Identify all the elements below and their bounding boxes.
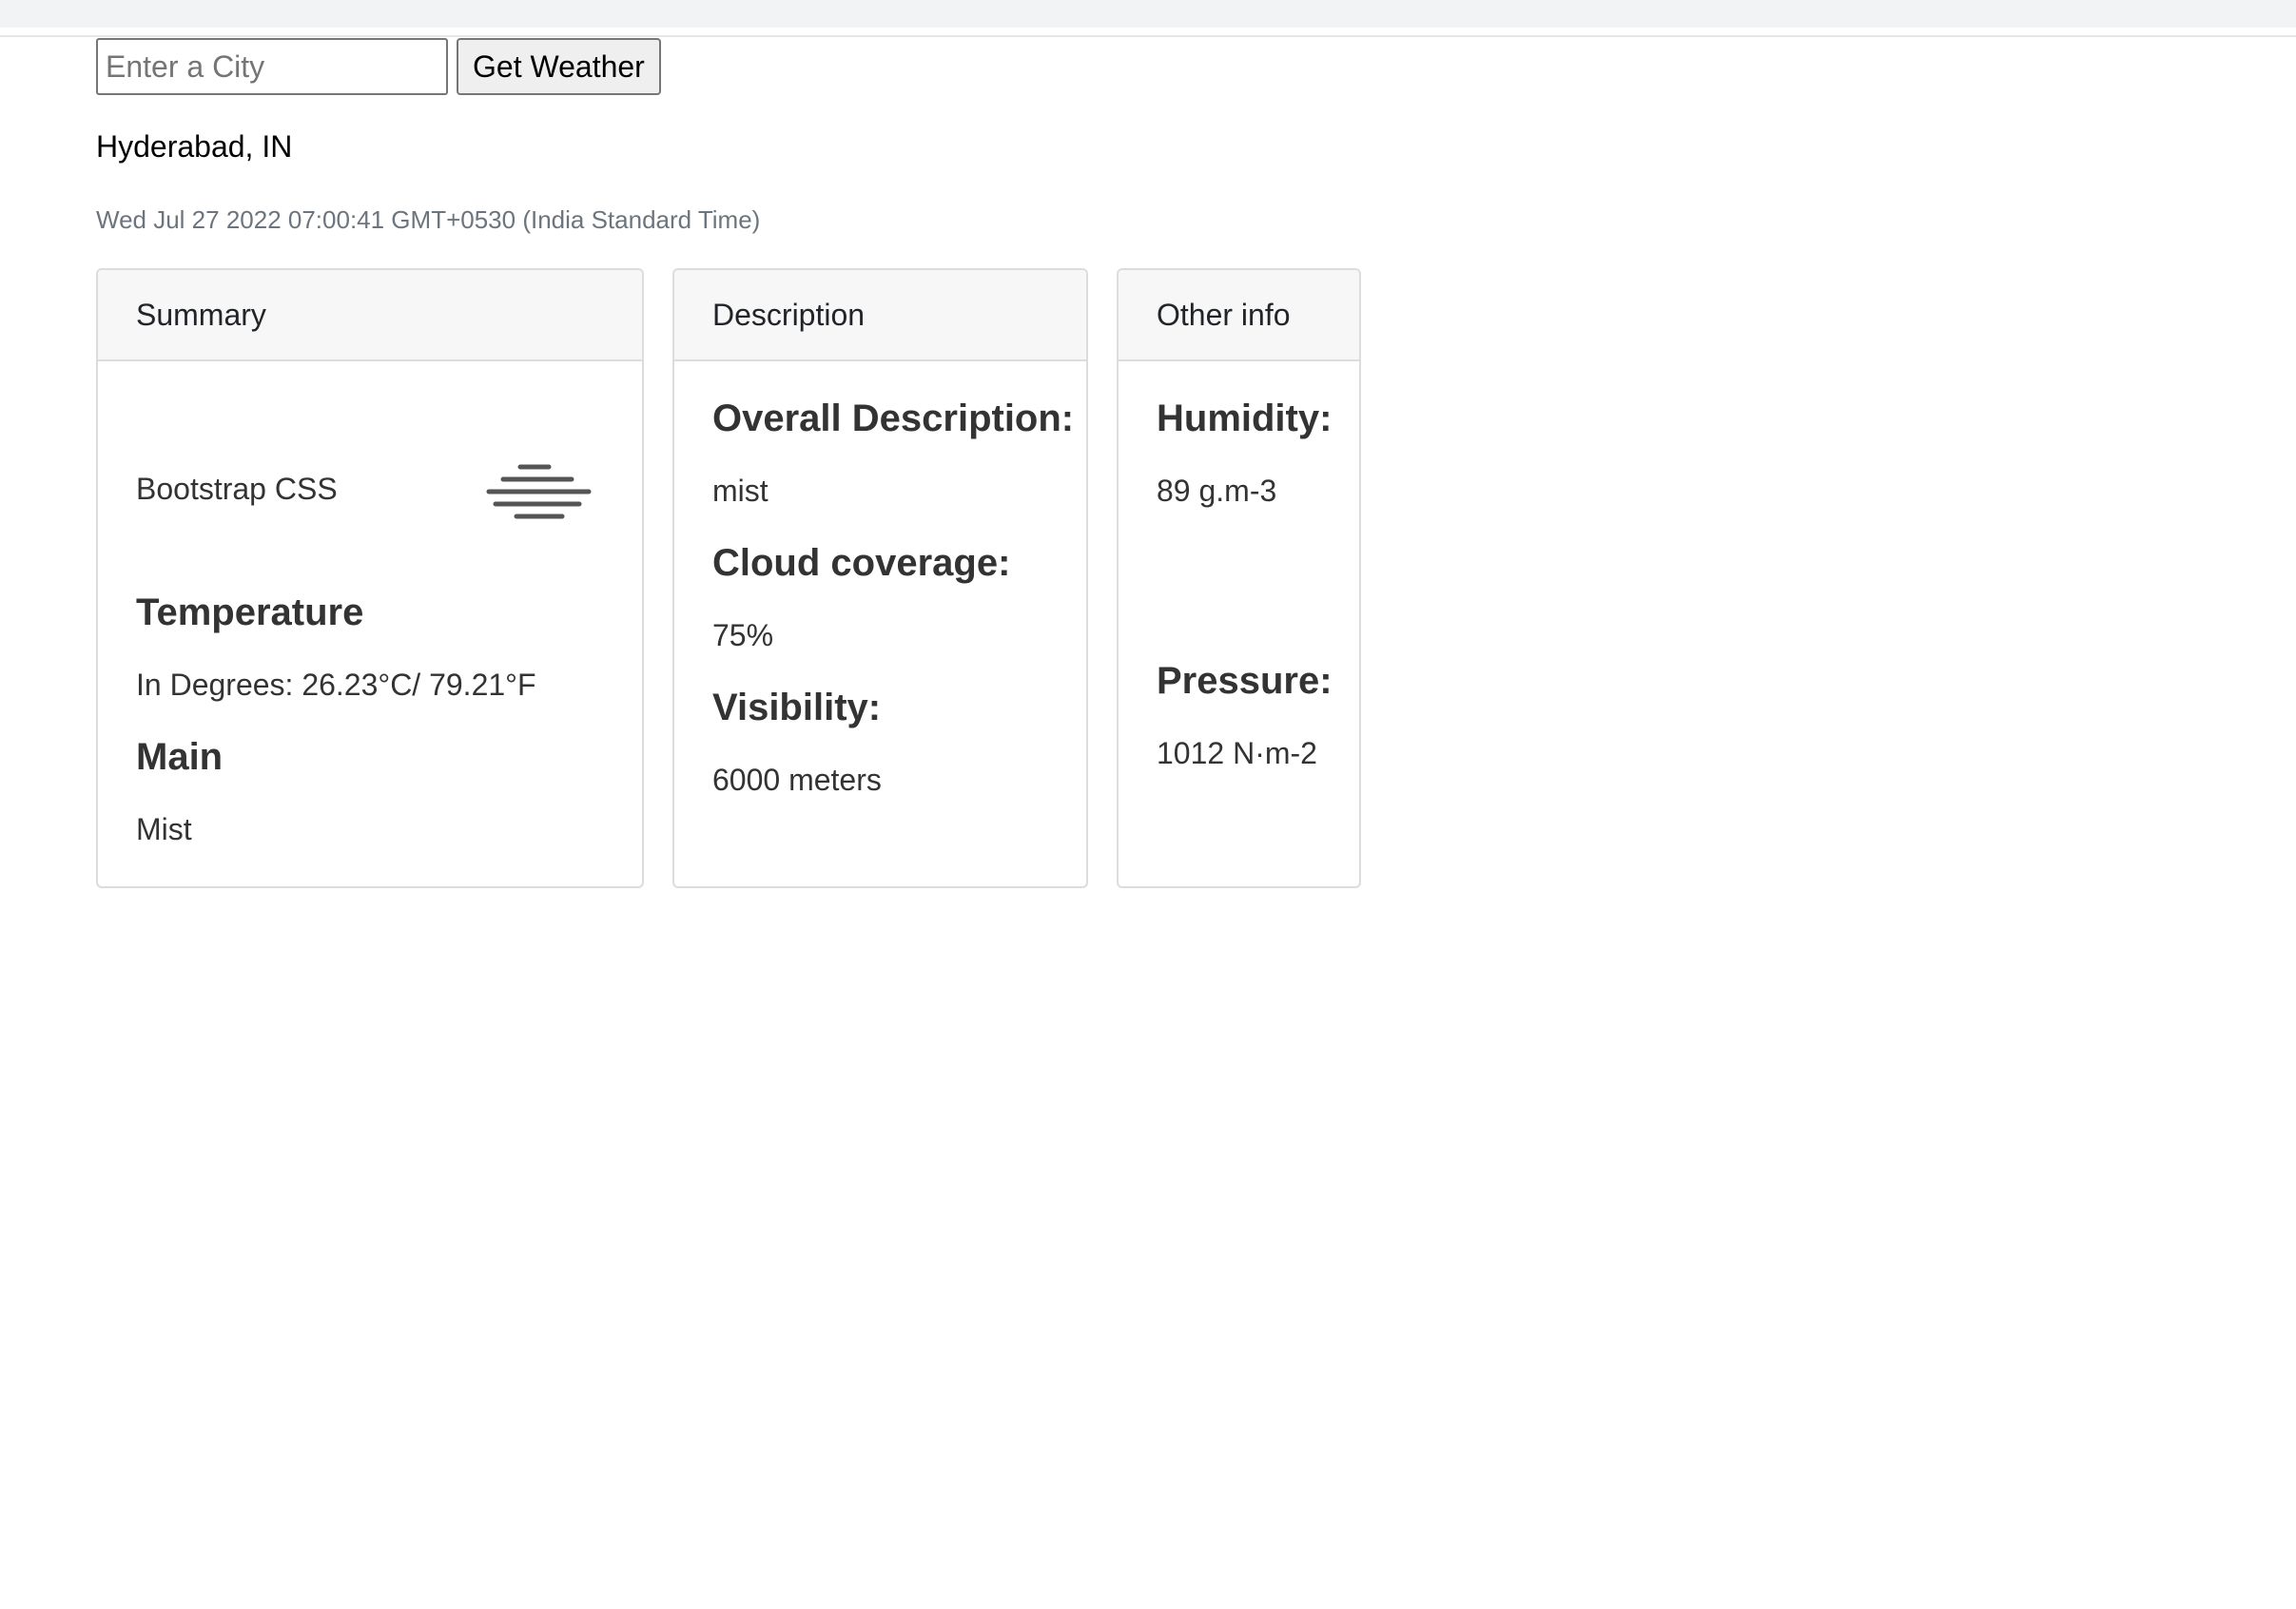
summary-card-header: Summary [98, 270, 642, 361]
location-label: Hyderabad, IN [96, 129, 293, 164]
get-weather-button[interactable]: Get Weather [457, 38, 661, 95]
cloud-coverage-value: 75% [712, 618, 774, 652]
datetime-label: Wed Jul 27 2022 07:00:41 GMT+0530 (India… [96, 205, 761, 234]
description-card: Description Overall Description: mist Cl… [672, 268, 1088, 888]
description-card-header: Description [674, 270, 1086, 361]
main-value: Mist [136, 812, 192, 846]
visibility-title: Visibility: [712, 687, 882, 728]
humidity-title: Humidity: [1157, 397, 1333, 439]
pressure-value: 1012 N·m-2 [1157, 736, 1317, 770]
summary-header-label: Summary [136, 297, 266, 332]
city-input[interactable] [96, 38, 448, 95]
main-title: Main [136, 736, 224, 778]
temperature-value: In Degrees: 26.23°C/ 79.21°F [136, 668, 536, 702]
mist-icon [486, 464, 592, 519]
other-info-card-header: Other info [1119, 270, 1359, 361]
description-header-label: Description [712, 297, 866, 332]
summary-card: Summary Bootstrap CSS Temperature In Deg… [96, 268, 644, 888]
overall-description-value: mist [712, 474, 769, 508]
overall-description-title: Overall Description: [712, 397, 1075, 439]
top-divider [0, 35, 2296, 37]
other-info-header-label: Other info [1157, 297, 1291, 332]
cloud-coverage-title: Cloud coverage: [712, 542, 1011, 584]
temperature-title: Temperature [136, 591, 364, 633]
browser-top-strip [0, 0, 2296, 28]
other-info-card: Other info Humidity: 89 g.m-3 Pressure: … [1117, 268, 1361, 888]
weather-icon-alt-text: Bootstrap CSS [136, 472, 338, 506]
humidity-value: 89 g.m-3 [1157, 474, 1277, 508]
search-form: Get Weather [96, 38, 661, 95]
pressure-title: Pressure: [1157, 660, 1333, 702]
visibility-value: 6000 meters [712, 763, 882, 797]
